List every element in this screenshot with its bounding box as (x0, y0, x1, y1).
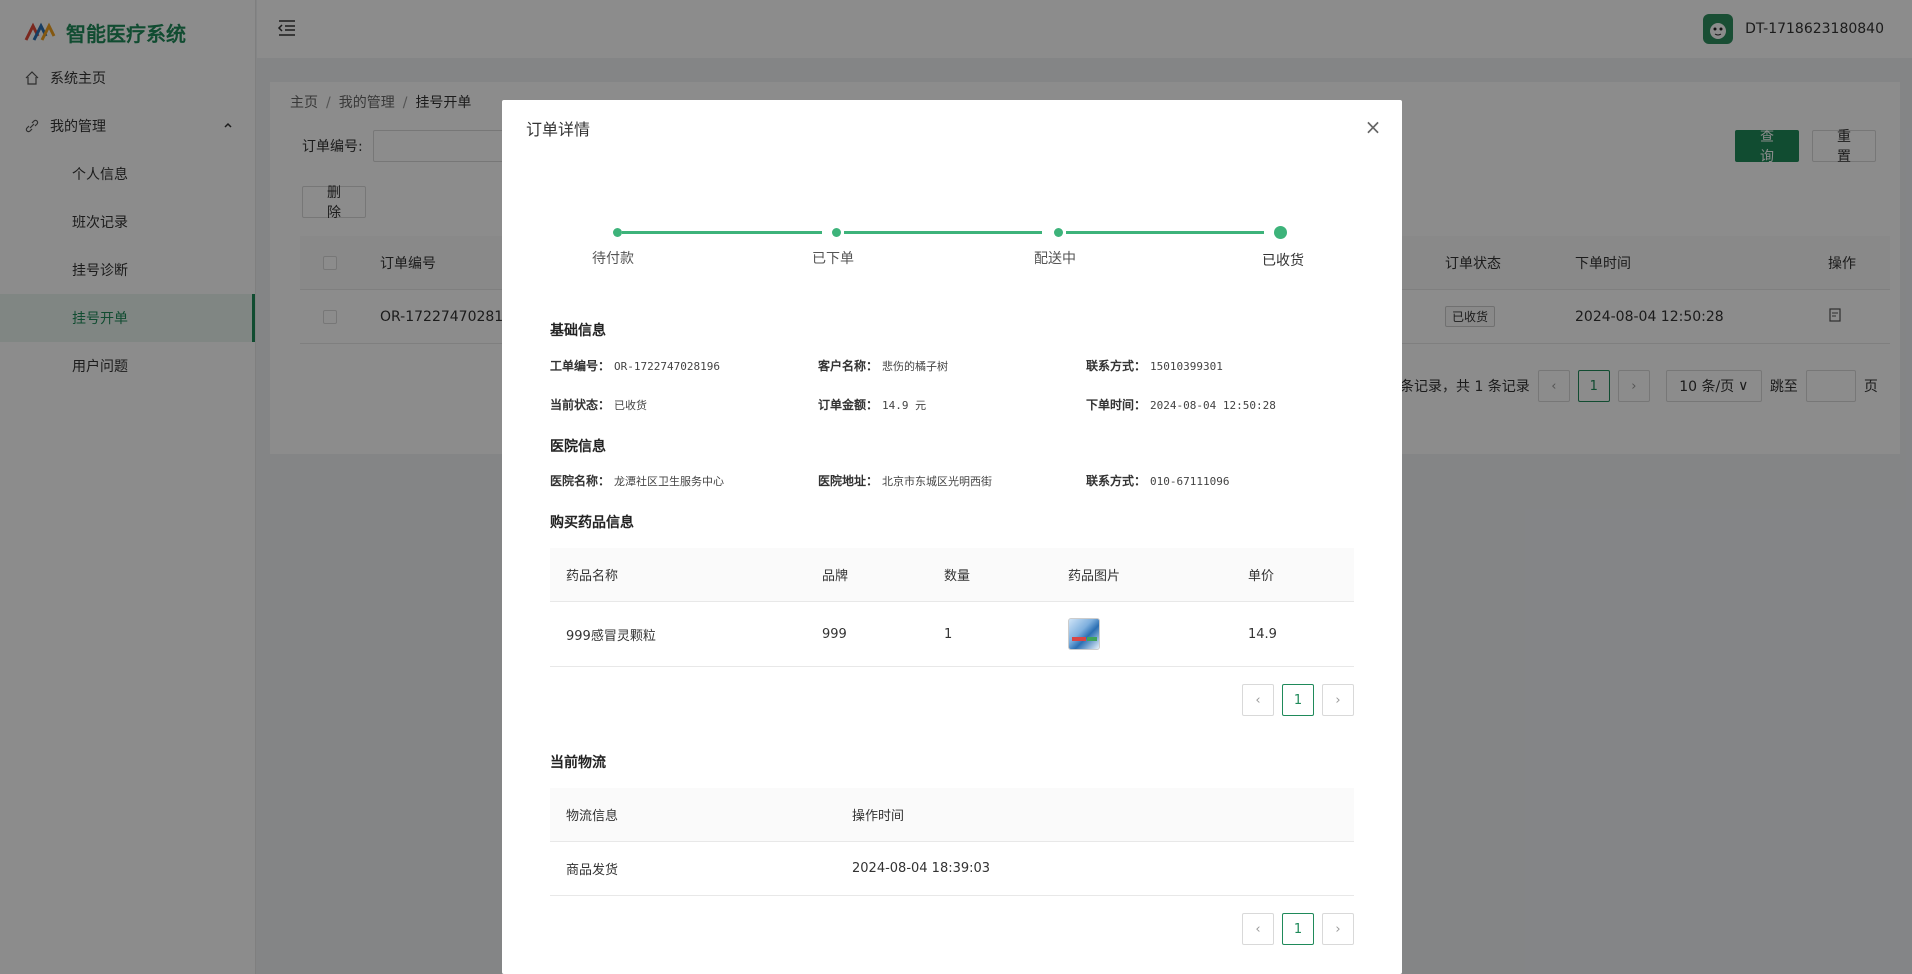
cell-brand: 999 (822, 626, 847, 642)
next-page-button[interactable]: › (1322, 913, 1354, 945)
col-brand: 品牌 (822, 569, 849, 584)
info-hospital-contact: 联系方式： 010-67111096 (1086, 474, 1230, 488)
cell-drug-name: 999感冒灵颗粒 (566, 628, 656, 644)
drug-image[interactable] (1068, 618, 1100, 650)
step-line-1 (622, 231, 822, 234)
prev-page-button[interactable]: ‹ (1242, 913, 1274, 945)
col-drug-image: 药品图片 (1068, 569, 1121, 584)
section-basic-info: 基础信息 (550, 323, 606, 339)
col-operation-time: 操作时间 (852, 809, 905, 824)
modal-title: 订单详情 (526, 120, 591, 139)
col-qty: 数量 (944, 569, 971, 584)
logistics-table-header: 物流信息 操作时间 (550, 788, 1354, 842)
step-line-3 (1066, 231, 1264, 234)
order-steps: 待付款 已下单 配送中 已收货 (592, 226, 1304, 269)
step-label-1: 待付款 (592, 251, 634, 267)
logistics-table: 物流信息 操作时间 商品发货 2024-08-04 18:39:03 (550, 788, 1354, 896)
col-drug-name: 药品名称 (566, 569, 619, 584)
cell-qty: 1 (944, 626, 953, 642)
col-logistics-info: 物流信息 (566, 809, 619, 824)
next-page-button[interactable]: › (1322, 684, 1354, 716)
logistics-table-pagination: ‹ 1 › (1242, 913, 1354, 945)
prev-page-button[interactable]: ‹ (1242, 684, 1274, 716)
drug-table-header: 药品名称 品牌 数量 药品图片 单价 (550, 548, 1354, 602)
table-row: 商品发货 2024-08-04 18:39:03 (550, 842, 1354, 896)
table-row: 999感冒灵颗粒 999 1 14.9 (550, 602, 1354, 667)
page-1-button[interactable]: 1 (1282, 913, 1314, 945)
step-dot-2 (832, 228, 841, 237)
info-time: 下单时间： 2024-08-04 12:50:28 (1086, 398, 1276, 412)
cell-price: 14.9 (1248, 626, 1277, 642)
section-logistics: 当前物流 (550, 755, 606, 771)
drug-table-pagination: ‹ 1 › (1242, 684, 1354, 716)
info-hospital-name: 医院名称： 龙潭社区卫生服务中心 (550, 474, 725, 488)
section-hospital-info: 医院信息 (550, 439, 606, 455)
cell-operation-time: 2024-08-04 18:39:03 (852, 861, 991, 876)
step-dot-4 (1274, 226, 1287, 239)
page-1-button[interactable]: 1 (1282, 684, 1314, 716)
info-hospital-address: 医院地址： 北京市东城区光明西街 (818, 474, 993, 488)
order-detail-modal: 订单详情 × 待付款 已下单 配送中 已收货 基础信息 工单编号： OR-1722… (502, 100, 1402, 974)
step-dot-1 (613, 228, 622, 237)
info-contact: 联系方式： 15010399301 (1086, 359, 1223, 373)
cell-logistics-info: 商品发货 (566, 863, 619, 878)
section-drugs: 购买药品信息 (550, 515, 634, 531)
info-status: 当前状态： 已收货 (550, 398, 648, 412)
step-label-3: 配送中 (1034, 251, 1076, 267)
step-line-2 (844, 231, 1042, 234)
step-dot-3 (1054, 228, 1063, 237)
step-label-2: 已下单 (812, 251, 854, 267)
info-customer: 客户名称： 悲伤的橘子树 (818, 359, 949, 373)
drug-table: 药品名称 品牌 数量 药品图片 单价 999感冒灵颗粒 999 1 14.9 (550, 548, 1354, 667)
step-label-4: 已收货 (1262, 253, 1304, 269)
col-price: 单价 (1248, 569, 1275, 584)
close-icon[interactable]: × (1362, 116, 1384, 138)
info-order-no: 工单编号： OR-1722747028196 (550, 359, 720, 373)
info-amount: 订单金额： 14.9 元 (818, 398, 927, 412)
